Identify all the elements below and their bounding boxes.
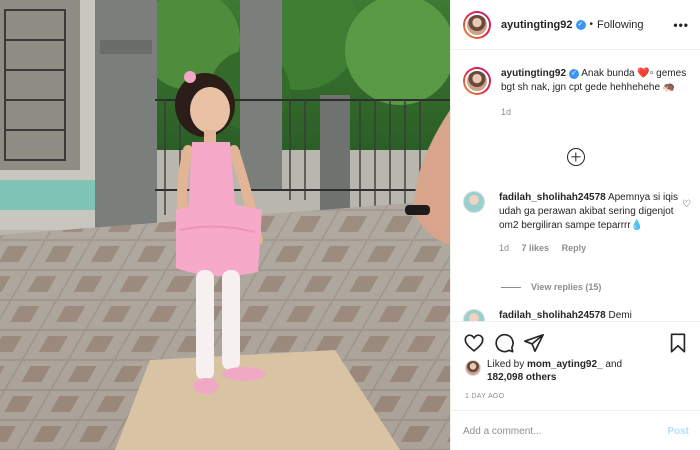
action-icons xyxy=(463,332,689,354)
post-header: ayutingting92 ✓ • Following ••• xyxy=(451,0,700,50)
verified-badge-icon: ✓ xyxy=(575,19,586,30)
likes-mid: and xyxy=(602,359,623,370)
caption-body: ayutingting92 ✓ Anak bunda ❤️▫ gemes bgt … xyxy=(501,67,691,119)
verified-badge-icon: ✓ xyxy=(569,69,580,79)
post-time-ago[interactable]: 1 DAY AGO xyxy=(465,393,504,400)
plus-circle-icon[interactable] xyxy=(567,148,585,166)
avatar-image xyxy=(465,360,481,376)
more-options-icon[interactable]: ••• xyxy=(673,18,689,32)
bookmark-icon[interactable] xyxy=(667,332,689,354)
instagram-post-view: ayutingting92 ✓ • Following ••• ayutingt… xyxy=(0,0,700,450)
comments-list[interactable]: ayutingting92 ✓ Anak bunda ❤️▫ gemes bgt … xyxy=(451,51,700,321)
post-actions: Liked by mom_ayting92_ and 182,098 other… xyxy=(451,321,700,450)
author-username[interactable]: ayutingting92 xyxy=(501,19,573,31)
comment-text: Demi xyxy=(605,310,632,321)
commenter-avatar[interactable] xyxy=(463,309,485,321)
comment-likes[interactable]: 7 likes xyxy=(522,243,550,253)
share-icon[interactable] xyxy=(523,332,545,354)
separator-dot: • xyxy=(589,19,594,30)
caption-row: ayutingting92 ✓ Anak bunda ❤️▫ gemes bgt … xyxy=(463,67,691,119)
comment-row: fadilah_sholihah24578 Demi xyxy=(463,309,691,321)
photo-illustration xyxy=(0,0,450,450)
comment-age[interactable]: 1d xyxy=(499,243,509,253)
comment-row: fadilah_sholihah24578 Apemnya si iqis ud… xyxy=(463,191,691,255)
load-more-comments[interactable] xyxy=(451,148,700,169)
add-comment-bar: Post xyxy=(451,410,700,450)
comment-input[interactable] xyxy=(463,425,668,437)
caption-username[interactable]: ayutingting92 xyxy=(501,68,566,79)
likes-text: Liked by mom_ayting92_ and 182,098 other… xyxy=(487,358,622,384)
following-button[interactable]: Following xyxy=(597,19,643,31)
comment-meta: 1d 7 likes Reply xyxy=(499,241,679,255)
caption-meta: 1d xyxy=(501,105,691,119)
view-replies-button[interactable]: View replies (15) xyxy=(501,282,601,292)
likes-count[interactable]: 182,098 others xyxy=(487,372,557,383)
reply-button[interactable]: Reply xyxy=(562,243,587,253)
view-replies-label: View replies (15) xyxy=(531,282,602,292)
comment-like-icon[interactable]: ♡ xyxy=(682,199,691,210)
post-comment-button[interactable]: Post xyxy=(667,426,689,437)
comment-icon[interactable] xyxy=(493,332,515,354)
heart-icon[interactable] xyxy=(463,332,485,354)
avatar-image xyxy=(463,309,485,321)
author-avatar[interactable] xyxy=(463,10,491,39)
caption-avatar[interactable] xyxy=(463,67,491,95)
comment-username[interactable]: fadilah_sholihah24578 xyxy=(499,192,606,203)
liker-avatar[interactable] xyxy=(465,360,481,376)
caption-age[interactable]: 1d xyxy=(501,107,511,117)
replies-dash xyxy=(501,286,521,288)
post-side-panel: ayutingting92 ✓ • Following ••• ayutingt… xyxy=(450,0,700,450)
comment-body: fadilah_sholihah24578 Demi xyxy=(499,309,679,321)
post-photo[interactable] xyxy=(0,0,450,450)
avatar-image xyxy=(465,69,489,93)
comment-body: fadilah_sholihah24578 Apemnya si iqis ud… xyxy=(499,191,679,255)
comment-username[interactable]: fadilah_sholihah24578 xyxy=(499,310,606,321)
liker-username[interactable]: mom_ayting92_ xyxy=(527,359,603,370)
commenter-avatar[interactable] xyxy=(463,191,485,213)
avatar-image xyxy=(465,12,489,37)
avatar-image xyxy=(463,191,485,213)
likes-summary: Liked by mom_ayting92_ and 182,098 other… xyxy=(465,358,622,384)
likes-prefix: Liked by xyxy=(487,359,528,370)
